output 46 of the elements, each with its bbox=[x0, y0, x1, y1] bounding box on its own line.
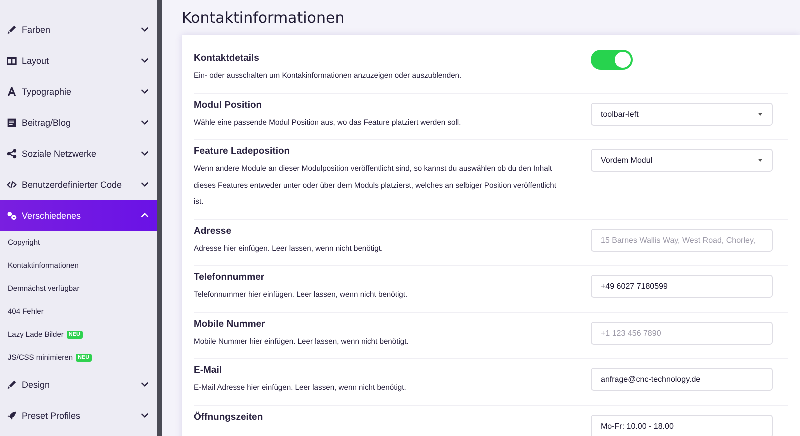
setting-label: E-Mail bbox=[194, 365, 223, 376]
chevron-icon bbox=[141, 413, 149, 418]
sidebar-item[interactable]: Beitrag/Blog bbox=[0, 107, 157, 138]
setting-label: Modul Position bbox=[194, 100, 264, 110]
sidebar-item[interactable]: Preset Profiles bbox=[0, 400, 157, 431]
chevron-icon bbox=[141, 382, 149, 387]
gears-icon bbox=[7, 210, 17, 220]
columns-icon bbox=[7, 56, 17, 66]
rocket-icon bbox=[7, 410, 17, 420]
chevron-icon bbox=[141, 58, 149, 63]
sidebar-item[interactable]: Design bbox=[0, 369, 157, 400]
setting-label: Mobile Nummer bbox=[194, 318, 266, 330]
chevron-icon bbox=[141, 151, 149, 156]
setting-label: Telefonnummer bbox=[194, 272, 266, 283]
sidebar-item[interactable]: Layout bbox=[0, 45, 157, 76]
code-icon bbox=[7, 180, 17, 190]
brush-icon bbox=[7, 24, 17, 34]
chevron-icon bbox=[141, 89, 149, 94]
brush-icon bbox=[7, 380, 17, 390]
document-icon bbox=[7, 118, 17, 128]
toggle-switch[interactable] bbox=[591, 50, 633, 70]
dropdown[interactable]: toolbar-left bbox=[591, 102, 773, 126]
share-icon bbox=[7, 148, 17, 158]
letter-icon bbox=[7, 86, 17, 96]
setting-label: Feature Ladeposition bbox=[194, 146, 292, 157]
sidebar-item[interactable]: Benutzerdefinierter Code bbox=[0, 169, 157, 200]
sidebar-item[interactable]: Farben bbox=[0, 14, 157, 45]
sidebar-item[interactable]: Soziale Netzwerke bbox=[0, 138, 157, 169]
chevron-icon bbox=[141, 213, 149, 218]
sidebar-item[interactable]: Typographie bbox=[0, 76, 157, 107]
input-field[interactable]: Mo-Fr: 10.00 - 18.00 bbox=[591, 414, 773, 436]
page-title: Kontaktinformationen bbox=[182, 9, 346, 27]
input-field[interactable]: +49 6027 7180599 bbox=[591, 275, 773, 298]
input-field[interactable]: anfrage@cnc-technology.de bbox=[591, 368, 773, 391]
setting-label: Kontaktdetails bbox=[194, 53, 260, 64]
caret-icon bbox=[758, 112, 763, 116]
input-field[interactable]: +1 123 456 7890 bbox=[591, 322, 773, 344]
dropdown[interactable]: Vordem Modul bbox=[591, 149, 773, 172]
caret-icon bbox=[758, 159, 763, 162]
input-field[interactable]: 15 Barnes Wallis Way, West Road, Chorley, bbox=[591, 228, 773, 252]
chevron-icon bbox=[141, 120, 149, 125]
sidebar-item[interactable]: Verschiedenes bbox=[0, 200, 157, 231]
setting-label: Öffnungszeiten bbox=[194, 412, 264, 422]
chevron-icon bbox=[141, 27, 149, 32]
setting-label: Adresse bbox=[194, 226, 232, 236]
chevron-icon bbox=[141, 182, 149, 187]
